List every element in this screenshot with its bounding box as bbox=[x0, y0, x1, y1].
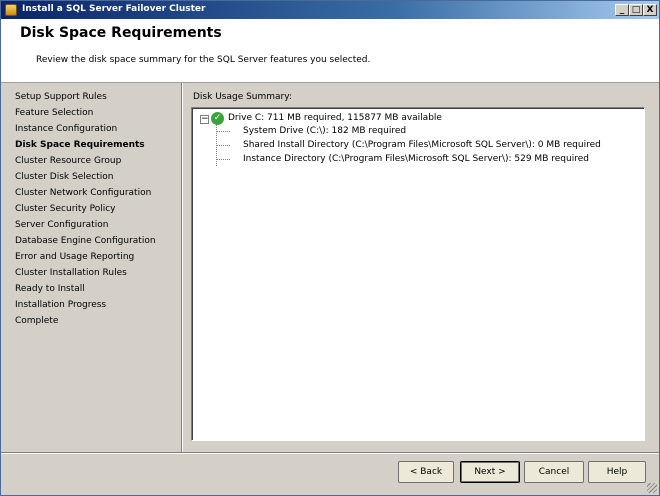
tree-connector bbox=[216, 159, 230, 160]
nav-item-cluster-network-configuration[interactable]: Cluster Network Configuration bbox=[15, 188, 151, 198]
nav-item-error-usage-reporting[interactable]: Error and Usage Reporting bbox=[15, 252, 134, 262]
back-button[interactable]: < Back bbox=[398, 461, 454, 483]
nav-item-cluster-installation-rules[interactable]: Cluster Installation Rules bbox=[15, 268, 127, 278]
window-title: Install a SQL Server Failover Cluster bbox=[22, 4, 206, 14]
resize-grip-icon[interactable] bbox=[647, 483, 657, 493]
page-title: Disk Space Requirements bbox=[20, 25, 222, 41]
sql-setup-icon bbox=[5, 4, 17, 16]
panel-divider bbox=[181, 83, 183, 453]
title-bar[interactable]: Install a SQL Server Failover Cluster _ … bbox=[1, 1, 659, 19]
tree-connector bbox=[216, 131, 230, 132]
nav-item-feature-selection[interactable]: Feature Selection bbox=[15, 108, 93, 118]
steps-nav: Setup Support Rules Feature Selection In… bbox=[7, 87, 181, 447]
tree-item-instance-directory[interactable]: Instance Directory (C:\Program Files\Mic… bbox=[243, 154, 589, 164]
page-header: Disk Space Requirements Review the disk … bbox=[1, 19, 659, 83]
close-button[interactable]: X bbox=[643, 4, 657, 16]
nav-item-database-engine-configuration[interactable]: Database Engine Configuration bbox=[15, 236, 156, 246]
nav-item-server-configuration[interactable]: Server Configuration bbox=[15, 220, 108, 230]
footer-divider bbox=[1, 452, 659, 454]
nav-item-installation-progress[interactable]: Installation Progress bbox=[15, 300, 106, 310]
help-button[interactable]: Help bbox=[588, 461, 646, 483]
nav-item-cluster-resource-group[interactable]: Cluster Resource Group bbox=[15, 156, 121, 166]
tree-item-drive-c[interactable]: Drive C: 711 MB required, 115877 MB avai… bbox=[228, 113, 442, 123]
nav-item-ready-to-install[interactable]: Ready to Install bbox=[15, 284, 85, 294]
nav-item-complete[interactable]: Complete bbox=[15, 316, 58, 326]
cancel-button[interactable]: Cancel bbox=[524, 461, 584, 483]
next-button[interactable]: Next > bbox=[460, 461, 520, 483]
disk-usage-tree[interactable]: − ✓ Drive C: 711 MB required, 115877 MB … bbox=[191, 107, 645, 441]
tree-connector bbox=[216, 145, 230, 146]
nav-item-disk-space-requirements[interactable]: Disk Space Requirements bbox=[15, 140, 145, 150]
nav-item-instance-configuration[interactable]: Instance Configuration bbox=[15, 124, 117, 134]
installer-window: Install a SQL Server Failover Cluster _ … bbox=[0, 0, 660, 496]
nav-item-cluster-security-policy[interactable]: Cluster Security Policy bbox=[15, 204, 116, 214]
tree-item-system-drive[interactable]: System Drive (C:\): 182 MB required bbox=[243, 126, 406, 136]
success-check-icon: ✓ bbox=[211, 112, 224, 125]
maximize-button[interactable]: □ bbox=[629, 4, 643, 16]
nav-item-setup-support-rules[interactable]: Setup Support Rules bbox=[15, 92, 107, 102]
nav-item-cluster-disk-selection[interactable]: Cluster Disk Selection bbox=[15, 172, 113, 182]
tree-item-shared-install-directory[interactable]: Shared Install Directory (C:\Program Fil… bbox=[243, 140, 601, 150]
disk-usage-summary-label: Disk Usage Summary: bbox=[193, 92, 292, 102]
collapse-icon[interactable]: − bbox=[200, 115, 209, 124]
page-subtitle: Review the disk space summary for the SQ… bbox=[36, 55, 371, 65]
minimize-button[interactable]: _ bbox=[615, 4, 629, 16]
